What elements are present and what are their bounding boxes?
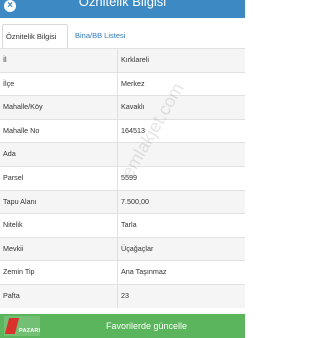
- row-key: Nitelik: [3, 220, 23, 230]
- update-favorites-button[interactable]: Favorilerde güncelle: [48, 314, 245, 338]
- column-divider: [117, 49, 118, 72]
- column-divider: [117, 143, 118, 166]
- row-key: Tapu Alanı: [3, 196, 37, 206]
- row-value: Kavaklı: [121, 102, 145, 112]
- table-row: İlçe Merkez: [0, 71, 245, 96]
- column-divider: [117, 96, 118, 119]
- column-divider: [117, 214, 118, 237]
- row-key: Parsel: [3, 172, 24, 182]
- row-value: Merkez: [121, 78, 145, 88]
- row-key: Zemin Tip: [3, 267, 35, 277]
- dialog-header: × Öznitelik Bilgisi: [0, 0, 245, 18]
- table-row: Pafta 23: [0, 283, 245, 308]
- table-row: Zemin Tip Ana Taşınmaz: [0, 260, 245, 284]
- row-key: İl: [3, 55, 7, 64]
- tab-building-list[interactable]: Bina/BB Listesi: [72, 24, 142, 48]
- parcel-info-dialog: × Öznitelik Bilgisi Öznitelik Bilgisi Bi…: [0, 0, 245, 338]
- row-value: 7.500,00: [121, 196, 149, 206]
- row-key: Mahalle No: [3, 125, 40, 135]
- row-value: 5599: [121, 172, 137, 182]
- table-row: Ada: [0, 142, 245, 166]
- column-divider: [117, 237, 118, 261]
- table-row: Tapu Alanı 7.500,00: [0, 189, 245, 214]
- tab-bar: Öznitelik Bilgisi Bina/BB Listesi: [0, 24, 245, 49]
- table-row: İl Kırklareli: [0, 48, 245, 72]
- brand-logo: PAZARI: [4, 316, 40, 336]
- row-key: Pafta: [3, 290, 20, 300]
- row-value: 164513: [121, 125, 145, 135]
- column-divider: [117, 261, 118, 284]
- row-value: 23: [121, 290, 129, 300]
- logo-text: PAZARI: [19, 328, 41, 334]
- column-divider: [117, 284, 118, 308]
- column-divider: [117, 119, 118, 143]
- row-key: İlçe: [3, 78, 15, 88]
- table-row: Parsel 5599: [0, 165, 245, 190]
- table-row: Nitelik Tarla: [0, 213, 245, 237]
- row-value: Kırklareli: [121, 55, 149, 64]
- column-divider: [117, 72, 118, 96]
- column-divider: [117, 190, 118, 214]
- row-key: Mevkii: [3, 243, 24, 253]
- attribute-table: İl Kırklareli İlçe Merkez Mahalle/Köy Kavaklı…: [0, 48, 245, 308]
- dialog-title: Öznitelik Bilgisi: [78, 0, 167, 9]
- table-row: Mahalle/Köy Kavaklı: [0, 95, 245, 119]
- row-value: Üçağaçlar: [121, 243, 154, 253]
- row-value: Tarla: [121, 220, 137, 230]
- table-row: Mevkii Üçağaçlar: [0, 236, 245, 261]
- column-divider: [117, 166, 118, 190]
- row-key: Ada: [3, 149, 16, 159]
- row-key: Mahalle/Köy: [3, 102, 43, 112]
- footer-bar: PAZARI Favorilerde güncelle: [0, 314, 245, 338]
- tab-attributes[interactable]: Öznitelik Bilgisi: [2, 24, 68, 49]
- table-row: Mahalle No 164513: [0, 118, 245, 143]
- row-value: Ana Taşınmaz: [121, 267, 167, 277]
